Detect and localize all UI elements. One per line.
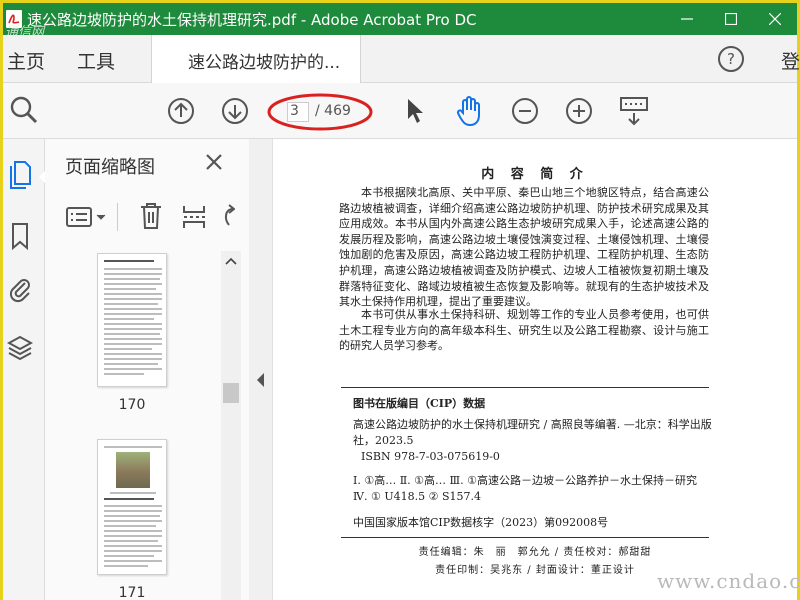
attachment-icon[interactable] <box>7 273 33 303</box>
toolbar-divider <box>117 203 118 231</box>
page-down-icon[interactable] <box>221 97 249 125</box>
search-icon[interactable] <box>9 95 39 125</box>
total-pages: / 469 <box>315 103 351 119</box>
select-arrow-icon[interactable] <box>405 97 427 125</box>
pdf-page: 内 容 简 介 本书根据陕北高原、关中平原、秦巴山地三个地貌区特点，结合高速公路… <box>273 139 797 600</box>
hand-icon[interactable] <box>455 95 485 127</box>
thumbnail-page-171[interactable] <box>97 439 167 575</box>
close-window-button[interactable] <box>753 3 797 35</box>
tab-bar: 主页 工具 速公路边坡防护的... ? 登 <box>3 35 800 83</box>
bookmark-icon[interactable] <box>7 221 33 251</box>
marquee-zoom-icon[interactable] <box>619 95 649 127</box>
maximize-button[interactable] <box>709 3 753 35</box>
cip-title: 图书在版编目（CIP）数据 <box>353 397 486 410</box>
maximize-icon <box>725 13 737 25</box>
window-title: 速公路边坡防护的水土保持机理研究.pdf - Adobe Acrobat Pro… <box>27 10 477 29</box>
page-up-icon[interactable] <box>167 97 195 125</box>
cip-classification: Ⅰ. ①高… Ⅱ. ①高… Ⅲ. ①高速公路－边坡－公路养护－水土保持－研究 Ⅳ… <box>353 474 697 503</box>
sign-in-button[interactable]: 登 <box>781 47 800 74</box>
page-heading: 内 容 简 介 <box>481 167 589 182</box>
close-icon[interactable] <box>205 153 223 171</box>
chevron-up-icon[interactable] <box>225 257 237 265</box>
minimize-icon <box>681 18 693 20</box>
current-page-input[interactable]: 3 <box>287 102 309 122</box>
photo-figure <box>116 452 150 488</box>
summary-paragraph-1: 本书根据陕北高原、关中平原、秦巴山地三个地貌区特点，结合高速公路边坡植被调查，详… <box>339 186 709 309</box>
scrollbar-thumb[interactable] <box>223 383 239 403</box>
cip-bottom-rule <box>341 537 709 538</box>
rotate-icon[interactable] <box>221 203 235 231</box>
zoom-in-icon[interactable] <box>565 97 593 125</box>
minimize-button[interactable] <box>665 3 709 35</box>
layers-icon[interactable] <box>7 333 33 363</box>
close-icon <box>769 13 781 25</box>
thumbnail-label-170: 170 <box>118 397 146 413</box>
tab-tools[interactable]: 工具 <box>77 47 115 74</box>
thumbnail-label-171: 171 <box>118 585 146 600</box>
collapse-left-icon <box>257 373 264 387</box>
thumbnail-toolbar <box>45 195 249 239</box>
thumbnails-panel: 页面缩略图 170 171 <box>45 139 249 600</box>
page-thumbnails-icon[interactable] <box>7 159 33 189</box>
navigation-rail <box>3 139 47 600</box>
thumbnail-options-icon[interactable] <box>65 205 109 229</box>
thumbnail-page-170[interactable] <box>97 253 167 387</box>
document-tab-label: 速公路边坡防护的... <box>188 53 341 73</box>
page-number-field[interactable]: 3 / 469 <box>275 101 365 123</box>
panel-title: 页面缩略图 <box>65 157 155 178</box>
tab-document[interactable]: 速公路边坡防护的... <box>151 35 361 83</box>
cip-record: 高速公路边坡防护的水土保持机理研究 / 高照良等编著. —北京：科学出版社，20… <box>353 418 712 447</box>
trash-icon[interactable] <box>139 201 163 231</box>
thumbnail-scrollbar[interactable] <box>221 251 241 600</box>
summary-paragraph-2: 本书可供从事水土保持科研、规划等工作的专业人员参考使用，也可供土木工程专业方向的… <box>339 308 709 353</box>
extract-pages-icon[interactable] <box>181 203 207 231</box>
cip-isbn: ISBN 978-7-03-075619-0 <box>361 450 500 463</box>
site-watermark: www.cndao.com <box>657 569 800 593</box>
title-bar: 速公路边坡防护的水土保持机理研究.pdf - Adobe Acrobat Pro… <box>3 3 797 40</box>
zoom-out-icon[interactable] <box>511 97 539 125</box>
svg-text:?: ? <box>727 50 735 68</box>
editor-credits: 责任编辑：朱 丽 郭允允 / 责任校对：郝甜甜 <box>418 547 652 558</box>
main-toolbar: 3 / 469 <box>3 83 797 139</box>
tab-home[interactable]: 主页 <box>7 47 45 74</box>
panel-collapse-handle[interactable] <box>249 139 273 600</box>
cip-top-rule <box>341 387 709 388</box>
cip-number: 中国国家版本馆CIP数据核字（2023）第092008号 <box>353 516 609 529</box>
document-view[interactable]: 内 容 简 介 本书根据陕北高原、关中平原、秦巴山地三个地貌区特点，结合高速公路… <box>273 139 797 600</box>
help-icon[interactable]: ? <box>717 45 745 73</box>
